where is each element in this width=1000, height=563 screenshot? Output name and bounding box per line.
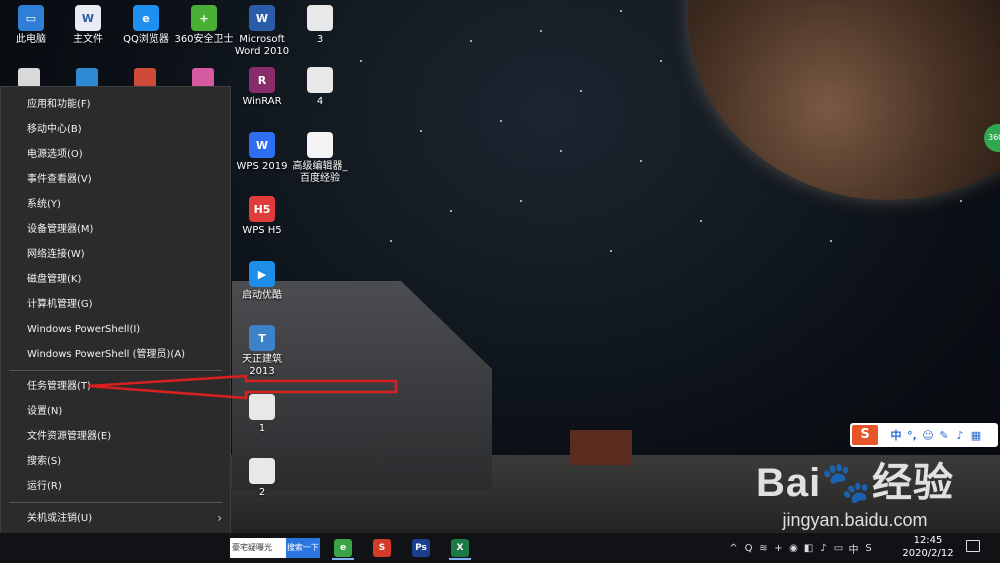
- watermark-brand: Bai🐾经验: [755, 461, 955, 505]
- sogou-tray-icon[interactable]: S: [861, 543, 876, 554]
- ime-punctuation-icon[interactable]: °,: [904, 429, 920, 442]
- ime-handwrite-icon[interactable]: ✎: [936, 429, 952, 442]
- desktop: ▭ 此电脑 W 主文件 e QQ浏览器 +360安全卫士 W Microsoft Word 20…: [0, 0, 1000, 563]
- sogou-logo-icon[interactable]: S: [852, 425, 878, 445]
- ime-mode-icon[interactable]: 中: [846, 541, 861, 556]
- browser-icon: e: [334, 539, 352, 557]
- taskbar-app[interactable]: e: [330, 536, 356, 560]
- excel-icon: X: [451, 539, 469, 557]
- sketchup-icon: S: [373, 539, 391, 557]
- taskbar-app[interactable]: Ps: [408, 536, 434, 560]
- taskbar-app[interactable]: X: [447, 536, 473, 560]
- sogou-ime-toolbar[interactable]: S 中 °, ☺ ✎ ♪ ▦: [850, 423, 998, 447]
- ime-chinese-icon[interactable]: 中: [888, 427, 904, 443]
- baidu-jingyan-watermark: Bai🐾经验 jingyan.baidu.com: [740, 450, 970, 531]
- taskbar-app[interactable]: S: [369, 536, 395, 560]
- display-icon[interactable]: ▭: [831, 543, 846, 554]
- network-icon[interactable]: ≋: [756, 543, 771, 554]
- taskbar-search[interactable]: 豪宅疑曝光 搜索一下: [230, 538, 320, 558]
- wechat-icon[interactable]: ◉: [786, 543, 801, 554]
- search-input[interactable]: 豪宅疑曝光: [230, 538, 286, 558]
- clock-date: 2020/2/12: [902, 548, 954, 559]
- ime-emoji-icon[interactable]: ☺: [920, 429, 936, 442]
- battery-icon[interactable]: ◧: [801, 543, 816, 554]
- volume-icon[interactable]: ♪: [816, 543, 831, 554]
- clock-time: 12:45: [913, 535, 943, 546]
- system-tray: ^ Q ≋ + ◉ ◧ ♪ ▭ 中 S: [726, 533, 876, 563]
- photoshop-icon: Ps: [412, 539, 430, 557]
- ime-toolbox-icon[interactable]: ▦: [968, 429, 984, 442]
- ime-voice-icon[interactable]: ♪: [952, 429, 968, 442]
- taskbar-clock[interactable]: 12:45 2020/2/12: [898, 534, 958, 560]
- search-button[interactable]: 搜索一下: [285, 538, 320, 558]
- notification-center-icon[interactable]: [966, 540, 980, 552]
- qq-icon[interactable]: Q: [741, 543, 756, 554]
- watermark-url: jingyan.baidu.com: [782, 510, 928, 530]
- active-app-indicator: [332, 558, 354, 560]
- active-app-indicator: [449, 558, 471, 560]
- 360-tray-icon[interactable]: +: [771, 543, 786, 554]
- chevron-up-icon[interactable]: ^: [726, 543, 741, 554]
